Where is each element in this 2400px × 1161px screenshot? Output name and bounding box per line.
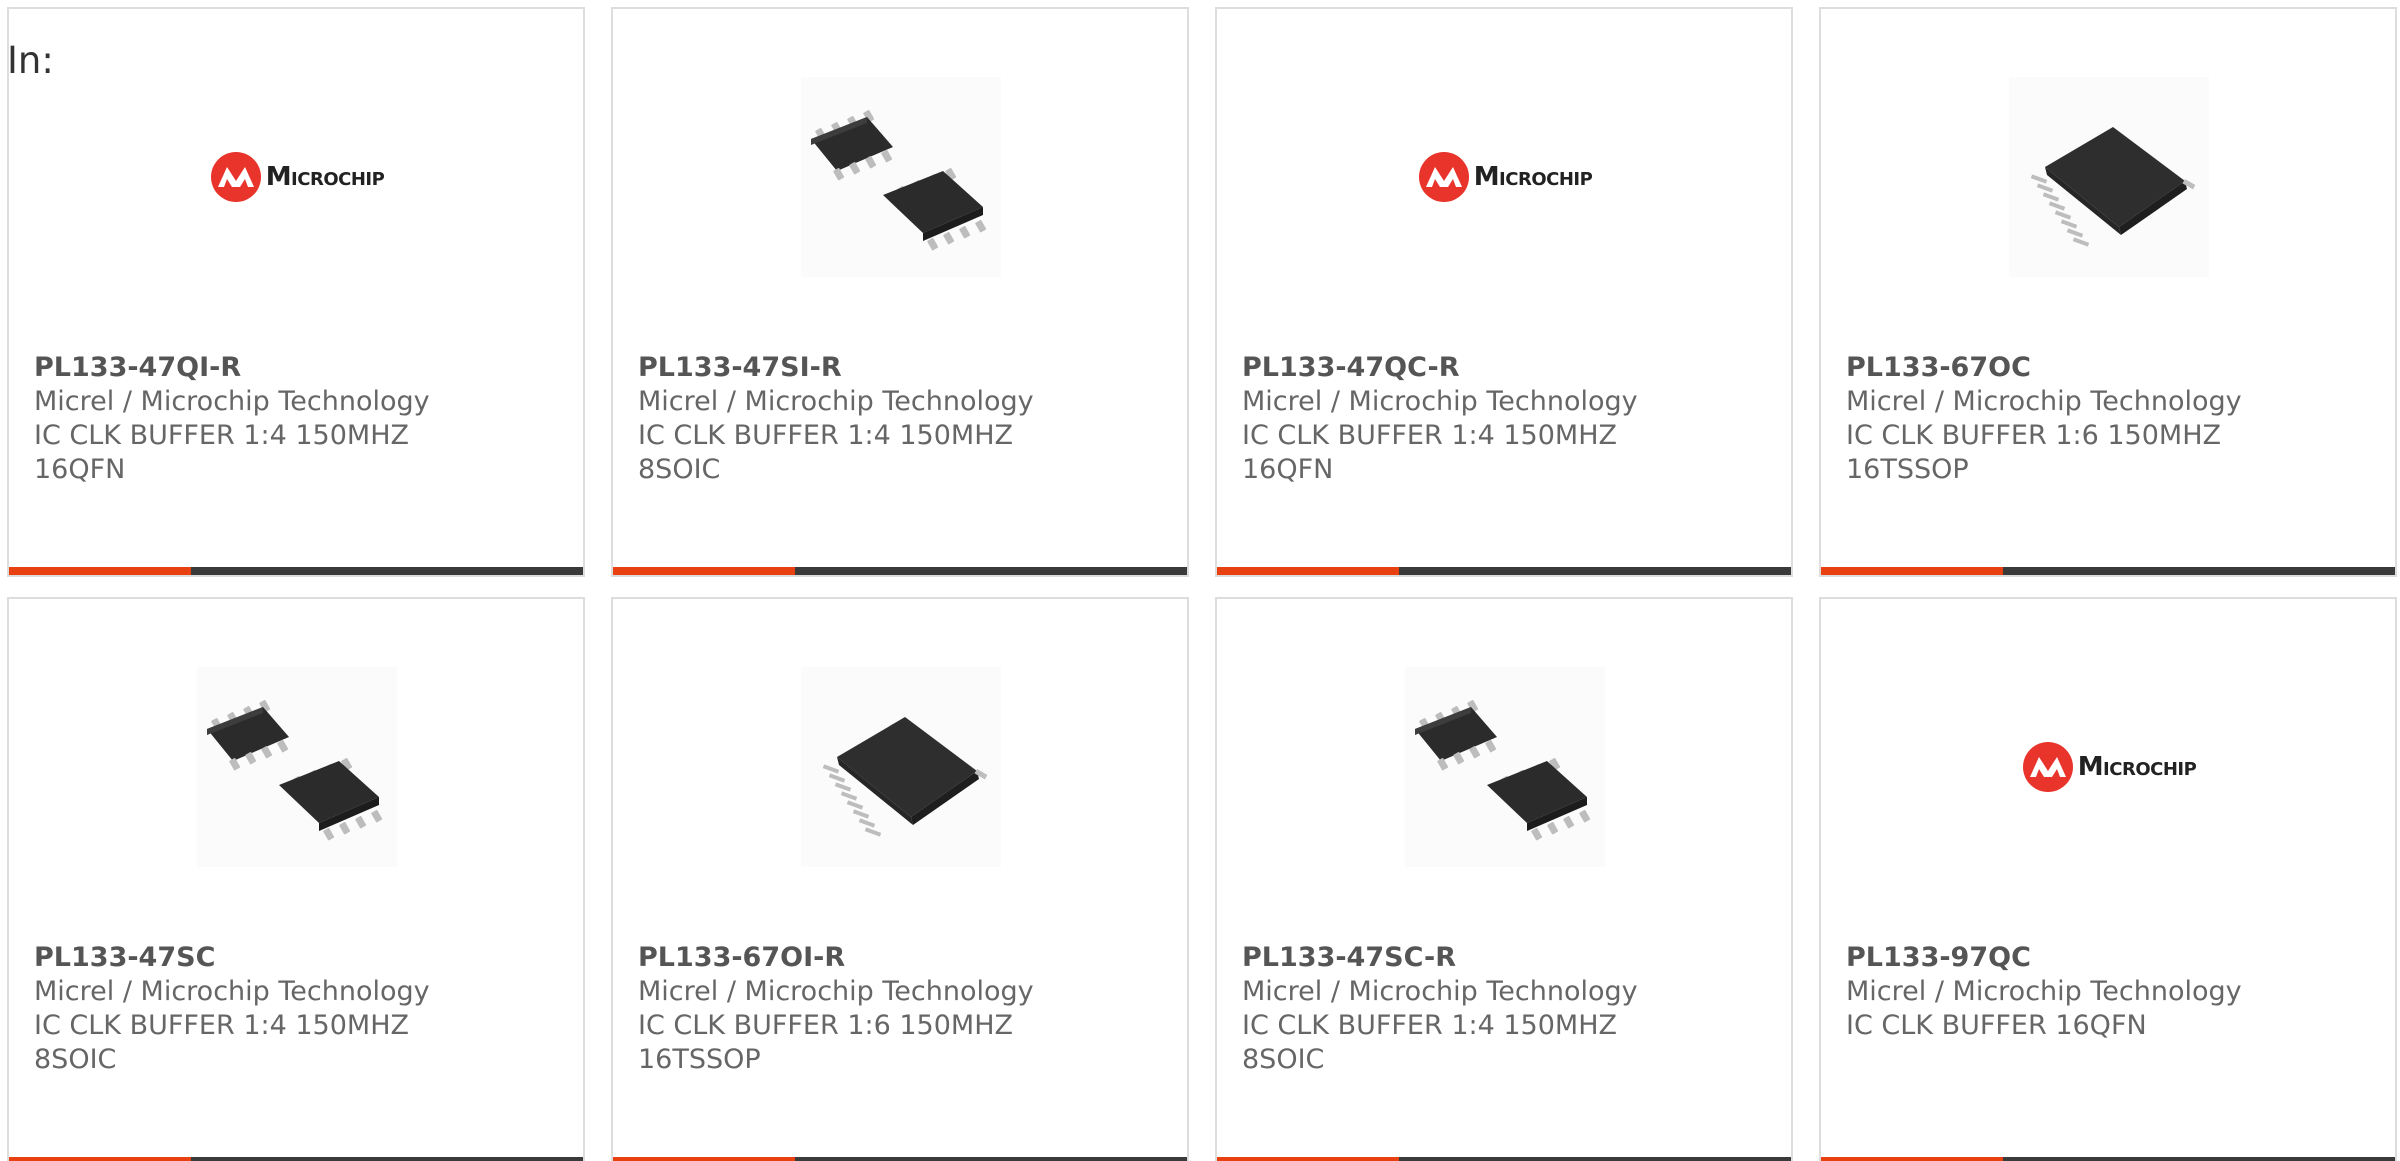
product-card[interactable]: Microchip PL133-47QC-R Micrel / Microchip … (1215, 7, 1793, 577)
product-card[interactable]: PL133-47SI-R Micrel / Microchip Technolog… (611, 7, 1189, 577)
description-line: 16TSSOP (638, 1044, 761, 1075)
card-bottom-bar (9, 567, 583, 575)
product-image[interactable]: Microchip (1405, 77, 1605, 277)
card-accent-bar (613, 1157, 795, 1161)
microchip-logo-text: Microchip (1473, 162, 1593, 192)
part-number-link[interactable]: PL133-67OI-R (638, 941, 1167, 975)
microchip-logo-icon (210, 152, 261, 202)
product-image[interactable] (801, 77, 1001, 277)
part-number-link[interactable]: PL133-47QC-R (1242, 351, 1771, 385)
card-accent-bar (613, 567, 795, 575)
description-line: 16TSSOP (1846, 454, 1969, 485)
part-number-link[interactable]: PL133-47SC (34, 941, 563, 975)
microchip-logo-icon (2022, 742, 2073, 792)
soic8-chip-icon (1415, 700, 1591, 841)
description-line: 16QFN (34, 454, 126, 485)
description-line: IC CLK BUFFER 1:4 150MHZ (1242, 420, 1617, 451)
card-bottom-bar (613, 1157, 1187, 1161)
part-number-link[interactable]: PL133-67OC (1846, 351, 2375, 385)
microchip-logo-text: Microchip (265, 162, 385, 192)
microchip-logo-text: Microchip (2077, 752, 2197, 782)
manufacturer: Micrel / Microchip Technology (638, 976, 1034, 1007)
tssop16-chip-icon (2030, 127, 2196, 247)
product-image[interactable] (801, 667, 1001, 867)
manufacturer: Micrel / Microchip Technology (638, 386, 1034, 417)
soic8-chip-icon (811, 110, 987, 251)
card-accent-bar (1217, 567, 1399, 575)
product-card[interactable]: PL133-47SC Micrel / Microchip Technology I… (7, 597, 585, 1161)
product-image[interactable] (2009, 77, 2209, 277)
product-card[interactable]: Microchip PL133-47QI-R Micrel / Microchip … (7, 7, 585, 577)
description-line: IC CLK BUFFER 1:4 150MHZ (34, 420, 409, 451)
product-info: PL133-47QC-R Micrel / Microchip Technolog… (1242, 351, 1771, 487)
product-image[interactable] (1405, 667, 1605, 867)
manufacturer: Micrel / Microchip Technology (1846, 976, 2242, 1007)
product-info: PL133-47SC Micrel / Microchip Technology I… (34, 941, 563, 1077)
card-accent-bar (1821, 1157, 2003, 1161)
part-number-link[interactable]: PL133-97QC (1846, 941, 2375, 975)
card-bottom-bar (1821, 567, 2395, 575)
product-info: PL133-47SI-R Micrel / Microchip Technolog… (638, 351, 1167, 487)
card-accent-bar (9, 1157, 191, 1161)
product-grid-page: In: Microchip PL133-47QI-R Micrel / Microc… (0, 0, 2400, 1161)
card-bottom-bar (1821, 1157, 2395, 1161)
product-image[interactable]: Microchip (2009, 667, 2209, 867)
card-accent-bar (1821, 567, 2003, 575)
tssop16-chip-icon (822, 717, 988, 837)
part-number-link[interactable]: PL133-47SC-R (1242, 941, 1771, 975)
part-number-link[interactable]: PL133-47QI-R (34, 351, 563, 385)
product-card[interactable]: PL133-67OC Micrel / Microchip Technology I… (1819, 7, 2397, 577)
description-line: 8SOIC (34, 1044, 117, 1075)
card-bottom-bar (9, 1157, 583, 1161)
card-accent-bar (9, 567, 191, 575)
product-info: PL133-97QC Micrel / Microchip Technology I… (1846, 941, 2375, 1043)
card-bottom-bar (1217, 567, 1791, 575)
description-line: IC CLK BUFFER 1:4 150MHZ (34, 1010, 409, 1041)
manufacturer: Micrel / Microchip Technology (1242, 386, 1638, 417)
product-info: PL133-67OI-R Micrel / Microchip Technolog… (638, 941, 1167, 1077)
manufacturer: Micrel / Microchip Technology (1846, 386, 2242, 417)
product-info: PL133-47QI-R Micrel / Microchip Technolog… (34, 351, 563, 487)
card-accent-bar (1217, 1157, 1399, 1161)
section-heading: In: (7, 39, 54, 82)
description-line: IC CLK BUFFER 1:4 150MHZ (638, 420, 1013, 451)
product-image[interactable]: Microchip (197, 77, 397, 277)
description-line: IC CLK BUFFER 1:6 150MHZ (1846, 420, 2221, 451)
product-info: PL133-67OC Micrel / Microchip Technology I… (1846, 351, 2375, 487)
microchip-logo-icon (1418, 152, 1469, 202)
description-line: IC CLK BUFFER 1:4 150MHZ (1242, 1010, 1617, 1041)
manufacturer: Micrel / Microchip Technology (34, 976, 430, 1007)
manufacturer: Micrel / Microchip Technology (34, 386, 430, 417)
card-bottom-bar (1217, 1157, 1791, 1161)
description-line: 8SOIC (638, 454, 721, 485)
product-card[interactable]: PL133-67OI-R Micrel / Microchip Technolog… (611, 597, 1189, 1161)
product-card[interactable]: PL133-47SC-R Micrel / Microchip Technolog… (1215, 597, 1793, 1161)
product-info: PL133-47SC-R Micrel / Microchip Technolog… (1242, 941, 1771, 1077)
manufacturer: Micrel / Microchip Technology (1242, 976, 1638, 1007)
product-card[interactable]: Microchip PL133-97QC Micrel / Microchip Te… (1819, 597, 2397, 1161)
description-line: 16QFN (1242, 454, 1334, 485)
product-image[interactable] (197, 667, 397, 867)
card-bottom-bar (613, 567, 1187, 575)
description-line: IC CLK BUFFER 16QFN (1846, 1010, 2147, 1041)
description-line: IC CLK BUFFER 1:6 150MHZ (638, 1010, 1013, 1041)
part-number-link[interactable]: PL133-47SI-R (638, 351, 1167, 385)
soic8-chip-icon (207, 700, 383, 841)
description-line: 8SOIC (1242, 1044, 1325, 1075)
